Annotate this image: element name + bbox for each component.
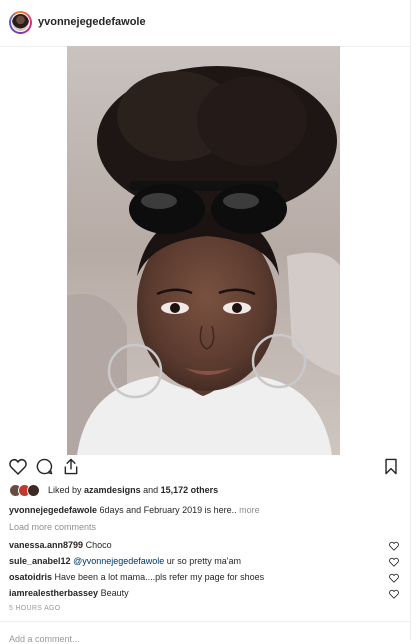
- divider: [0, 621, 410, 622]
- heart-icon[interactable]: [9, 458, 27, 475]
- post-header: yvonnejegedefawole: [0, 0, 410, 47]
- small-heart-icon[interactable]: [389, 573, 399, 583]
- liker-username[interactable]: azamdesigns: [84, 485, 141, 495]
- small-heart-icon[interactable]: [389, 557, 399, 567]
- likes-prefix: Liked by: [48, 485, 82, 495]
- portrait-photo: [67, 46, 340, 455]
- comment-row: iamrealestherbassey Beauty: [9, 588, 129, 598]
- comment-username[interactable]: iamrealestherbassey: [9, 588, 98, 598]
- likes-text: Liked by azamdesigns and 15,172 others: [48, 485, 218, 495]
- comment-text: Have been a lot mama....pls refer my pag…: [54, 572, 265, 582]
- comment-mention[interactable]: @yvonnejegedefawole: [73, 556, 164, 566]
- liker-avatar[interactable]: [27, 484, 40, 497]
- comment-bubble-icon[interactable]: [36, 458, 53, 475]
- post-username[interactable]: yvonnejegedefawole: [38, 16, 146, 28]
- comment-row: sule_anabel12 @yvonnejegedefawole ur so …: [9, 556, 241, 566]
- caption: yvonnejegedefawole 6days and February 20…: [9, 505, 260, 515]
- instagram-post: yvonnejegedefawole Liked by azamdesigns …: [0, 0, 411, 644]
- post-timestamp[interactable]: 5 HOURS AGO: [9, 605, 61, 612]
- comment-text: Choco: [85, 540, 112, 550]
- comment-text: Beauty: [100, 588, 129, 598]
- bookmark-icon[interactable]: [384, 458, 398, 475]
- small-heart-icon[interactable]: [389, 541, 399, 551]
- action-bar: [0, 455, 410, 481]
- comment-username[interactable]: osatoidris: [9, 572, 52, 582]
- caption-more-link[interactable]: more: [239, 505, 260, 515]
- comment-row: osatoidris Have been a lot mama....pls r…: [9, 572, 264, 582]
- small-heart-icon[interactable]: [389, 589, 399, 599]
- comment-text: ur so pretty ma'am: [166, 556, 242, 566]
- avatar[interactable]: [9, 11, 32, 34]
- caption-text: 6days and February 2019 is here..: [99, 505, 237, 515]
- avatar-image: [11, 13, 30, 32]
- likes-others[interactable]: 15,172 others: [161, 485, 219, 495]
- caption-username[interactable]: yvonnejegedefawole: [9, 505, 97, 515]
- share-icon[interactable]: [63, 458, 79, 475]
- comment-username[interactable]: sule_anabel12: [9, 556, 71, 566]
- comment-row: vanessa.ann8799 Choco: [9, 540, 112, 550]
- load-more-comments[interactable]: Load more comments: [9, 522, 96, 532]
- post-photo[interactable]: [67, 46, 340, 455]
- comment-username[interactable]: vanessa.ann8799: [9, 540, 83, 550]
- likes-joiner: and: [143, 485, 159, 495]
- add-comment-input[interactable]: Add a comment...: [9, 634, 80, 644]
